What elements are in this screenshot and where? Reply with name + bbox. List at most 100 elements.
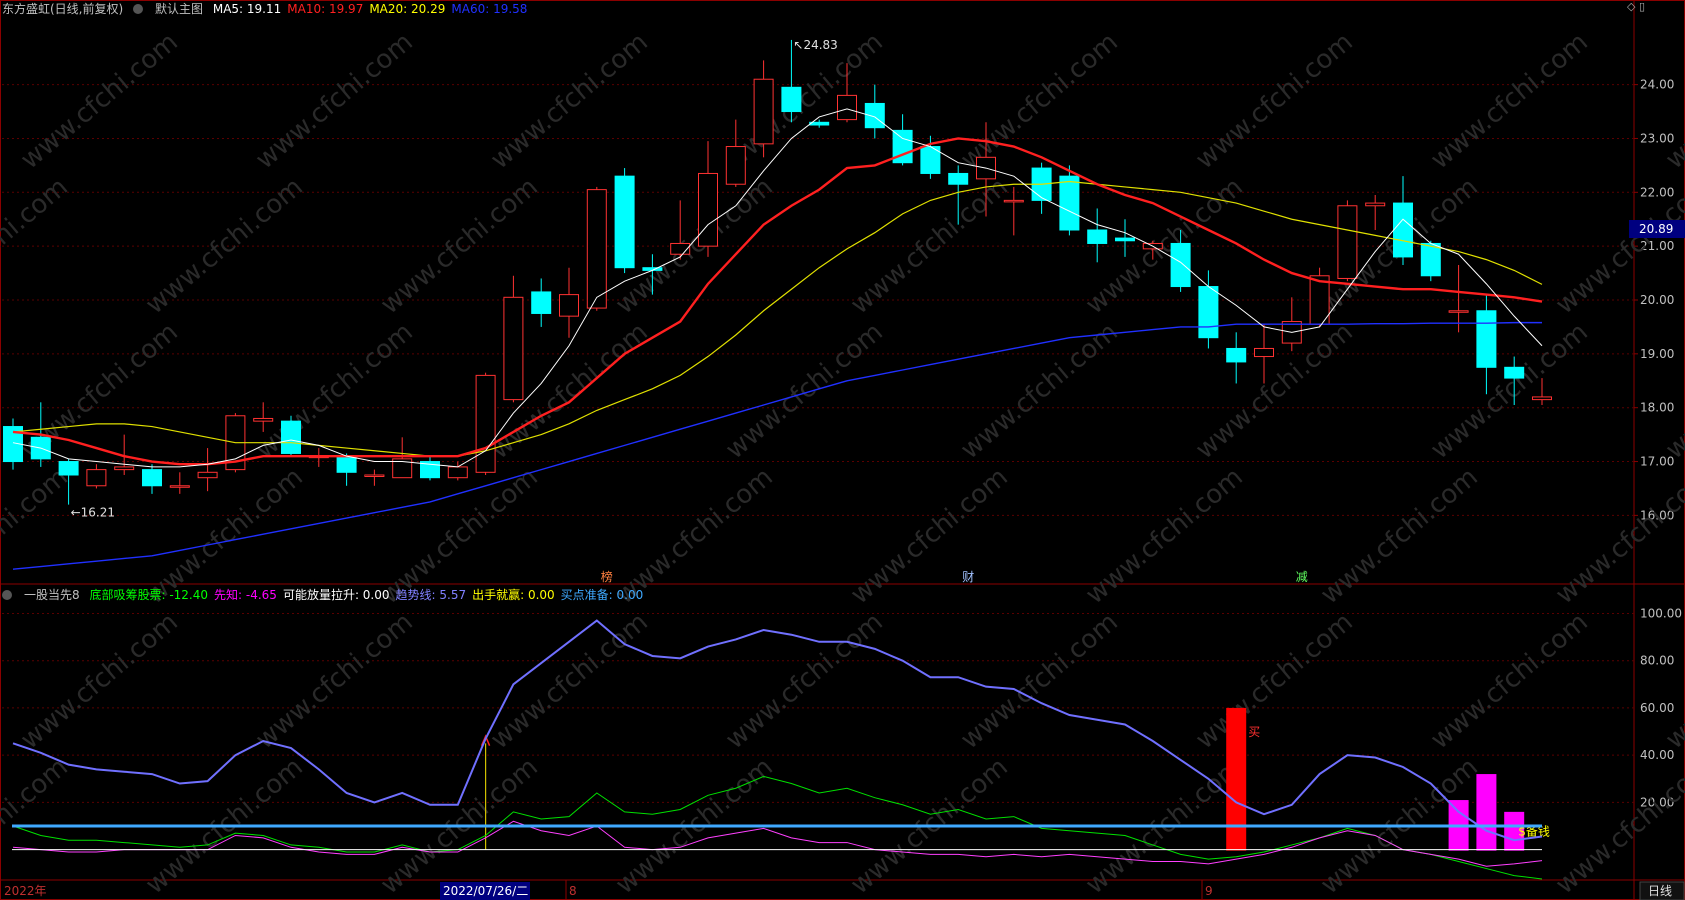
candle-body-9 <box>253 417 274 422</box>
watermark-text: www.cfchi.com <box>955 607 1124 755</box>
candle-body-18 <box>503 296 524 401</box>
price-tick-label-5: 19.00 <box>1640 347 1674 361</box>
watermark-text: www.cfchi.com <box>1190 317 1359 465</box>
candle-body-2 <box>58 461 79 476</box>
candle-body-49 <box>1365 202 1386 207</box>
watermark-text: www.cfchi.com <box>1660 27 1685 175</box>
candle-body-4 <box>114 466 135 471</box>
watermark-text: www.cfchi.com <box>720 607 889 755</box>
indicator-legend-item-5: 买点准备: 0.00 <box>560 588 644 602</box>
candle-body-50 <box>1393 202 1413 258</box>
month-label-1: 9 <box>1205 884 1213 898</box>
watermark-text: www.cfchi.com <box>1660 317 1685 465</box>
watermark-text: www.cfchi.com <box>485 607 654 755</box>
period-label: 日线 <box>1648 884 1672 898</box>
chart-canvas[interactable]: 24.0023.0022.0021.0020.0019.0018.0017.00… <box>0 0 1685 900</box>
candle-body-53 <box>1476 310 1497 368</box>
candle-body-17 <box>475 374 496 473</box>
indicator-menu-icon[interactable] <box>2 588 18 602</box>
candle-body-30 <box>837 94 857 121</box>
watermark-text: www.cfchi.com <box>1425 607 1594 755</box>
candle-body-44 <box>1226 347 1247 363</box>
candle-body-31 <box>864 102 885 129</box>
buy-signal-label: 买 <box>1248 725 1260 739</box>
price-tick-label-7: 17.00 <box>1640 455 1674 469</box>
candle-body-47 <box>1309 275 1330 325</box>
event-marker-2: 减 <box>1296 570 1308 584</box>
price-tick-label-6: 18.00 <box>1640 401 1674 415</box>
watermark-text: www.cfchi.com <box>1425 27 1594 175</box>
candle-body-22 <box>614 175 635 269</box>
low-price-label: ←16.21 <box>71 506 115 520</box>
candle-body-7 <box>197 471 218 479</box>
event-marker-0: 榜 <box>601 569 613 584</box>
ma-legend-item-3: MA60: 19.58 <box>451 2 528 16</box>
ind-tick-label-3: 40.00 <box>1640 748 1674 762</box>
candle-body-42 <box>1170 242 1191 288</box>
ma-legend-item-2: MA20: 20.29 <box>369 2 446 16</box>
candle-body-36 <box>1003 199 1024 203</box>
ma-legend-item-0: MA5: 19.11 <box>212 2 282 16</box>
candle-body-10 <box>281 420 301 454</box>
candle-body-26 <box>725 146 746 185</box>
watermark-text: www.cfchi.com <box>250 607 419 755</box>
candle-body-16 <box>447 466 468 479</box>
ind-tick-label-0: 100.00 <box>1640 606 1682 620</box>
candle-body-12 <box>336 455 357 473</box>
indicator-legend-item-3: 趋势线: 5.57 <box>395 588 467 602</box>
signal-bar-2 <box>1476 774 1497 851</box>
indicator-header: 一股当先8 底部吸筹股票: -12.40 先知: -4.65 可能放量拉升: 0.0… <box>2 586 655 604</box>
month-label-0: 8 <box>569 884 577 898</box>
candle-body-6 <box>169 485 190 488</box>
candle-body-20 <box>559 294 579 317</box>
watermark-text: www.cfchi.com <box>250 27 419 175</box>
watermark-text: www.cfchi.com <box>1660 607 1685 755</box>
candle-body-45 <box>1254 347 1274 358</box>
high-price-label: ↖24.83 <box>793 38 837 52</box>
ind-tick-label-1: 80.00 <box>1640 654 1674 668</box>
watermark-text: www.cfchi.com <box>1315 462 1484 610</box>
window-controls-icon[interactable]: ◇ ▯ <box>1627 0 1645 13</box>
candle-body-39 <box>1087 229 1108 244</box>
candle-body-51 <box>1420 242 1441 277</box>
candle-body-3 <box>86 469 107 487</box>
watermark-text: www.cfchi.com <box>15 27 184 175</box>
ind-tick-label-2: 60.00 <box>1640 701 1674 715</box>
year-label: 2022年 <box>4 884 47 898</box>
candle-body-19 <box>531 291 552 314</box>
watermark-text: www.cfchi.com <box>1425 317 1594 465</box>
candle-body-48 <box>1337 205 1358 279</box>
watermark-text: www.cfchi.com <box>1080 462 1249 610</box>
price-tick-label-4: 20.00 <box>1640 293 1674 307</box>
indicator-name[interactable]: 一股当先8 <box>24 588 80 602</box>
cursor-date-label: 2022/07/26/二 <box>443 884 528 898</box>
price-tick-label-0: 24.00 <box>1640 78 1674 92</box>
title: 东方盛虹(日线,前复权) <box>2 2 124 16</box>
candle-body-34 <box>948 172 969 185</box>
watermark-text: www.cfchi.com <box>15 607 184 755</box>
main-header: 东方盛虹(日线,前复权) 默认主图 MA5: 19.11 MA10: 19.97 M… <box>2 0 539 18</box>
watermark-text: www.cfchi.com <box>955 27 1124 175</box>
watermark-text: www.cfchi.com <box>955 317 1124 465</box>
settings-icon[interactable] <box>133 2 149 16</box>
candle-body-13 <box>364 474 385 477</box>
watermark-text: www.cfchi.com <box>485 27 654 175</box>
main-chart-label[interactable]: 默认主图 <box>155 2 203 16</box>
candle-body-28 <box>781 86 802 113</box>
candle-body-52 <box>1448 310 1469 313</box>
indicator-legend-item-2: 可能放量拉升: 0.00 <box>282 588 390 602</box>
last-price-tag: 20.89 <box>1629 220 1685 238</box>
event-marker-1: 财 <box>962 570 974 584</box>
candle-body-40 <box>1115 237 1135 242</box>
candle-body-38 <box>1059 175 1080 231</box>
watermark-text: www.cfchi.com <box>1550 752 1685 900</box>
candle-body-21 <box>586 189 607 309</box>
candle-body-55 <box>1532 396 1552 401</box>
candle-body-5 <box>142 469 162 487</box>
candle-body-54 <box>1504 366 1525 379</box>
watermark-text: www.cfchi.com <box>720 317 889 465</box>
watermark-text: www.cfchi.com <box>1190 27 1359 175</box>
price-tick-label-1: 23.00 <box>1640 131 1674 145</box>
candle-body-43 <box>1198 286 1219 339</box>
indicator-legend-item-1: 先知: -4.65 <box>214 588 277 602</box>
